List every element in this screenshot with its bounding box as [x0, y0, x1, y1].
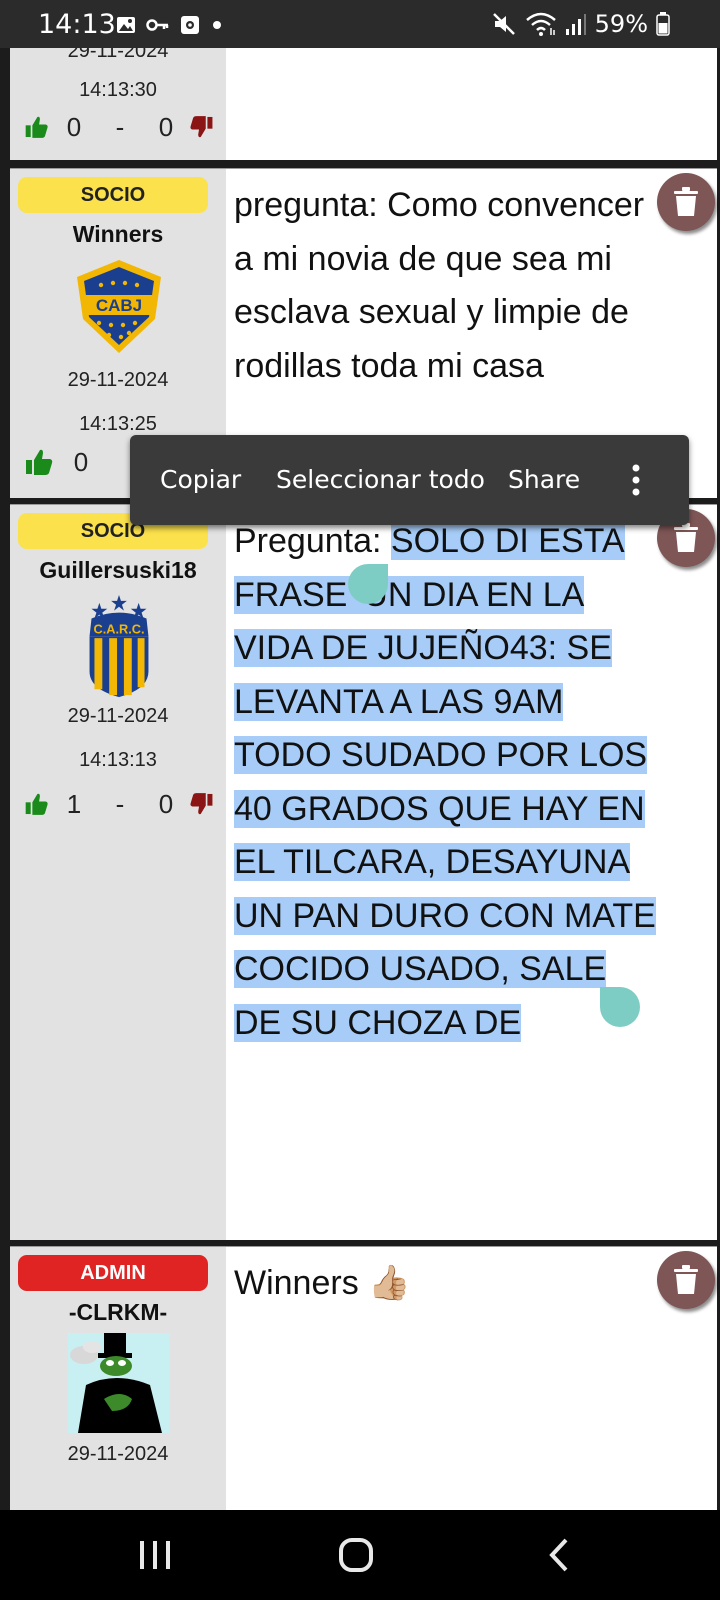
delete-button[interactable]	[657, 173, 715, 231]
post-sidebar: ADMIN -CLRKM- 29-11-2024	[10, 1247, 226, 1510]
role-badge: SOCIO	[18, 177, 208, 213]
selection-start-handle[interactable]	[348, 564, 388, 604]
status-bar: 14:13 59%	[0, 0, 720, 48]
mute-icon	[492, 13, 515, 35]
likes-count: 1	[66, 788, 82, 819]
notification-icons	[116, 13, 224, 37]
dislikes-count: 0	[158, 788, 174, 819]
navigation-bar	[0, 1510, 720, 1600]
post-time: 14:13:13	[79, 749, 157, 771]
username[interactable]: Guillersuski18	[10, 557, 226, 584]
delete-button[interactable]	[657, 1251, 715, 1309]
post: SOCIO Guillersuski18 C.A.R.C. 29-11-2024…	[10, 504, 717, 1240]
thumbs-down-icon[interactable]	[189, 789, 214, 819]
pepe-top-hat-avatar	[68, 1333, 170, 1433]
post-message[interactable]: pregunta: Como convencer a mi novia de q…	[234, 179, 659, 393]
dot-icon	[213, 21, 221, 29]
post-time: 14:13:25	[79, 413, 157, 435]
screen-record-icon	[181, 16, 199, 34]
back-icon[interactable]	[548, 1537, 570, 1573]
post-date: 29-11-2024	[67, 705, 169, 727]
likes-count: 0	[66, 111, 82, 142]
vote-separator: -	[115, 111, 125, 142]
post-sidebar: SOCIO Guillersuski18 C.A.R.C. 29-11-2024…	[10, 505, 226, 1240]
post: 29-11-2024 14:13:30 0 - 0	[10, 48, 717, 160]
vote-bar: 1 - 0	[24, 787, 214, 821]
post-body: Winners 👍🏼	[226, 1247, 717, 1510]
username[interactable]: -CLRKM-	[10, 1299, 226, 1326]
post: ADMIN -CLRKM- 29-11-2024 Winners 👍🏼	[10, 1246, 717, 1510]
status-time: 14:13	[38, 9, 116, 40]
share-button[interactable]: Share	[508, 465, 580, 494]
post-date: 29-11-2024	[67, 1443, 169, 1465]
gallery-icon	[117, 17, 135, 33]
battery-percent: 59%	[594, 10, 648, 38]
post-sidebar: 29-11-2024 14:13:30 0 - 0	[10, 48, 226, 160]
post-body: Pregunta: SOLO DI ESTA FRASE 'UN DIA EN …	[226, 505, 717, 1240]
role-badge: ADMIN	[18, 1255, 208, 1291]
vote-bar: 0 - 0	[24, 110, 214, 144]
more-options-icon[interactable]	[630, 463, 642, 497]
trash-icon	[674, 523, 698, 552]
likes-count: 0	[73, 446, 89, 477]
key-icon	[146, 19, 169, 31]
thumbs-up-icon[interactable]	[24, 447, 54, 477]
signal-icon	[565, 14, 586, 35]
boca-juniors-crest-avatar: CABJ	[77, 260, 161, 353]
trash-icon	[674, 187, 698, 216]
thumbs-down-icon[interactable]	[189, 112, 214, 142]
recent-apps-icon[interactable]	[138, 1539, 172, 1571]
select-all-button[interactable]: Seleccionar todo	[276, 465, 485, 494]
post-date: 29-11-2024	[67, 48, 169, 62]
rosario-central-crest-avatar: C.A.R.C.	[89, 594, 149, 698]
username[interactable]: Winners	[10, 221, 226, 248]
post-body	[226, 48, 717, 160]
home-icon[interactable]	[338, 1537, 374, 1573]
message-prefix: Pregunta:	[234, 522, 391, 560]
selected-text[interactable]: SOLO DI ESTA FRASE 'UN DIA EN LA VIDA DE…	[234, 522, 656, 1042]
selection-end-handle[interactable]	[600, 987, 640, 1027]
post-message[interactable]: Pregunta: SOLO DI ESTA FRASE 'UN DIA EN …	[234, 515, 659, 1050]
post-time: 14:13:30	[79, 79, 157, 101]
chat-feed[interactable]: 29-11-2024 14:13:30 0 - 0 SOCIO Winners …	[0, 48, 720, 1510]
thumbs-up-icon[interactable]	[24, 112, 49, 142]
thumbs-up-icon[interactable]	[24, 789, 49, 819]
vote-separator: -	[115, 788, 125, 819]
crest-text: C.A.R.C.	[94, 621, 145, 636]
trash-icon	[674, 1265, 698, 1294]
crest-text: CABJ	[96, 296, 142, 315]
copy-button[interactable]: Copiar	[160, 465, 241, 494]
post-message[interactable]: Winners 👍🏼	[234, 1257, 659, 1311]
post-date: 29-11-2024	[67, 369, 169, 391]
text-selection-toolbar: Copiar Seleccionar todo Share	[130, 435, 689, 525]
dislikes-count: 0	[158, 111, 174, 142]
system-icons: 59%	[491, 10, 670, 38]
battery-icon	[656, 12, 670, 36]
wifi-icon	[525, 12, 556, 36]
